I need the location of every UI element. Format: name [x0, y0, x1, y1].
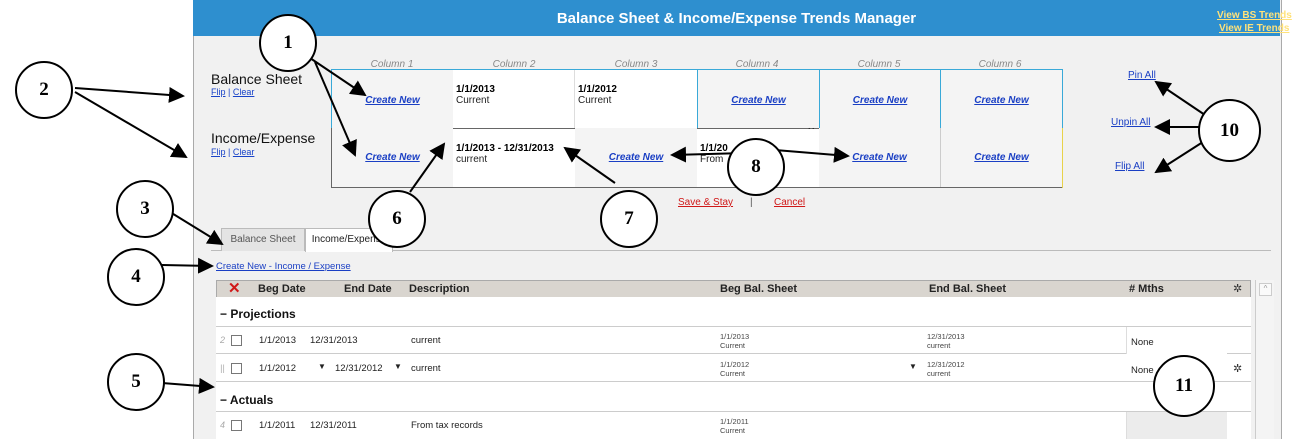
- callout-6: 6: [368, 190, 426, 248]
- callout-5: 5: [107, 353, 165, 411]
- arrow: [1154, 80, 1206, 116]
- arrow: [74, 91, 188, 159]
- callout-2: 2: [15, 61, 73, 119]
- callout-3: 3: [116, 180, 174, 238]
- arrow: [563, 146, 616, 184]
- arrow: [161, 257, 214, 274]
- callout-4: 4: [107, 248, 165, 306]
- arrow: [409, 142, 446, 193]
- callout-11: 11: [1153, 355, 1215, 417]
- callout-10: 10: [1198, 99, 1261, 162]
- arrow: [1154, 139, 1207, 174]
- arrow: [309, 57, 367, 97]
- callout-7: 7: [600, 190, 658, 248]
- arrow: [169, 211, 224, 246]
- callout-1: 1: [259, 14, 317, 72]
- arrow: [161, 377, 215, 394]
- arrow: [74, 86, 185, 103]
- callout-8: 8: [727, 138, 785, 196]
- arrow: [774, 146, 850, 163]
